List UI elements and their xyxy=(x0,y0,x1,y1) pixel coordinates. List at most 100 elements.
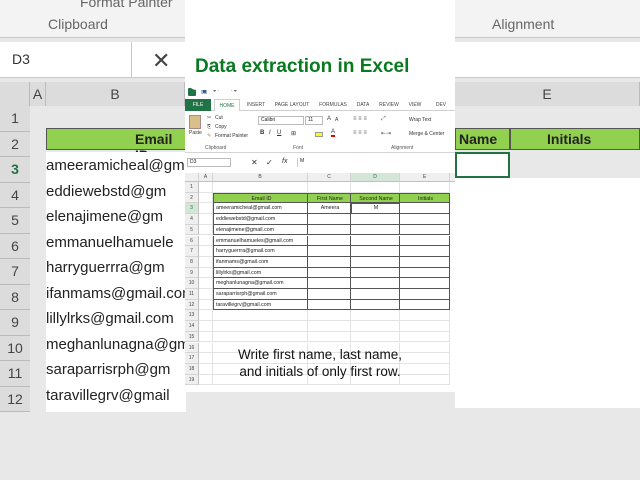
cell[interactable] xyxy=(400,331,450,343)
table-header[interactable]: Email ID xyxy=(213,192,308,204)
email-cell[interactable]: meghanlunagna@gmail.com xyxy=(213,278,308,289)
email-cell[interactable]: taravillegrv@gmail.com xyxy=(213,299,308,311)
active-cell-d3[interactable]: M xyxy=(351,203,400,215)
tab-insert[interactable]: INSERT xyxy=(243,99,269,111)
col-header-a[interactable]: A xyxy=(199,173,213,182)
cell[interactable] xyxy=(351,310,400,322)
cell[interactable] xyxy=(199,224,213,236)
cell[interactable] xyxy=(351,331,400,343)
row-header[interactable]: 14 xyxy=(185,321,199,332)
first-name-cell[interactable]: Ameera xyxy=(308,203,351,215)
tab-data[interactable]: DATA xyxy=(353,99,373,111)
row-header[interactable]: 6 xyxy=(185,235,199,247)
cell[interactable] xyxy=(351,224,400,236)
table-header[interactable]: First Name xyxy=(308,192,351,204)
table-header[interactable]: Second Name xyxy=(351,192,400,204)
merge-center-button[interactable]: Merge & Center xyxy=(409,131,444,137)
cell[interactable] xyxy=(308,182,351,193)
cell[interactable] xyxy=(308,331,351,343)
cell[interactable] xyxy=(308,246,351,257)
align-left-icon[interactable]: ≡ ≡ ≡ xyxy=(353,130,367,136)
cancel-icon[interactable]: ✕ xyxy=(251,158,258,167)
tab-view[interactable]: VIEW xyxy=(405,99,425,111)
italic-button[interactable]: I xyxy=(269,130,271,136)
paste-button[interactable]: Paste xyxy=(189,130,202,136)
cell[interactable] xyxy=(400,246,450,257)
cell[interactable] xyxy=(308,299,351,311)
underline-button[interactable]: U xyxy=(277,130,281,136)
borders-icon[interactable]: ⊞ xyxy=(291,130,296,137)
tab-review[interactable]: REVIEW xyxy=(375,99,403,111)
cell[interactable] xyxy=(308,310,351,322)
cell[interactable] xyxy=(351,321,400,332)
function-icon[interactable]: fx xyxy=(282,158,287,165)
row-header[interactable]: 12 xyxy=(185,299,199,311)
select-all-corner[interactable] xyxy=(185,173,199,182)
format-painter-button[interactable]: Format Painter xyxy=(215,133,248,139)
copy-button[interactable]: Copy xyxy=(215,124,227,130)
row-header[interactable]: 5 xyxy=(185,224,199,236)
cell[interactable] xyxy=(400,267,450,279)
cell[interactable] xyxy=(400,214,450,225)
email-cell[interactable]: emmanuelhamueles@gmail.com xyxy=(213,235,308,247)
cell[interactable] xyxy=(199,278,213,289)
cell[interactable] xyxy=(213,321,308,332)
tab-file[interactable]: FILE xyxy=(185,99,211,111)
cell[interactable] xyxy=(308,214,351,225)
row-header[interactable]: 10 xyxy=(185,278,199,289)
cell[interactable] xyxy=(213,331,308,343)
cell[interactable] xyxy=(213,182,308,193)
email-cell[interactable]: saraparrisrph@gmail.com xyxy=(213,289,308,300)
fill-color-icon[interactable] xyxy=(315,132,323,137)
email-cell[interactable]: eddiewebstd@gmail.com xyxy=(213,214,308,225)
name-box[interactable]: D3 xyxy=(187,158,231,167)
row-header[interactable]: 1 xyxy=(185,182,199,193)
cell[interactable] xyxy=(199,203,213,215)
col-header-d[interactable]: D xyxy=(351,173,400,182)
cell[interactable] xyxy=(199,321,213,332)
paste-icon[interactable] xyxy=(189,115,201,129)
cell[interactable] xyxy=(308,289,351,300)
align-top-icon[interactable]: ≡ ≡ ≡ xyxy=(353,116,367,122)
orientation-icon[interactable]: ⤢ xyxy=(381,116,386,123)
formula-input[interactable]: M xyxy=(297,158,455,167)
cell[interactable] xyxy=(213,310,308,322)
cell[interactable] xyxy=(199,235,213,247)
font-size-select[interactable]: 11 xyxy=(305,116,323,125)
col-header-c[interactable]: C xyxy=(308,173,351,182)
cell[interactable] xyxy=(400,321,450,332)
cell[interactable] xyxy=(351,246,400,257)
col-header-e[interactable]: E xyxy=(400,173,450,182)
cell[interactable] xyxy=(199,246,213,257)
cell[interactable] xyxy=(199,192,213,204)
bold-button[interactable]: B xyxy=(260,130,264,136)
cell[interactable] xyxy=(351,182,400,193)
cell[interactable] xyxy=(199,299,213,311)
cell[interactable] xyxy=(400,256,450,268)
email-cell[interactable]: lillylrks@gmail.com xyxy=(213,267,308,279)
cell[interactable] xyxy=(400,182,450,193)
indent-icon[interactable]: ⇤⇥ xyxy=(381,130,391,137)
font-name-select[interactable]: Calibri xyxy=(258,116,304,125)
cell[interactable] xyxy=(199,310,213,322)
tab-page-layout[interactable]: PAGE LAYOUT xyxy=(272,99,312,111)
cell[interactable] xyxy=(308,235,351,247)
cell[interactable] xyxy=(400,203,450,215)
cell[interactable] xyxy=(308,224,351,236)
cell[interactable] xyxy=(199,331,213,343)
row-header[interactable]: 2 xyxy=(185,192,199,204)
cell[interactable] xyxy=(400,289,450,300)
email-cell[interactable]: harryguerrra@gmail.com xyxy=(213,246,308,257)
row-header[interactable]: 9 xyxy=(185,267,199,279)
cell[interactable] xyxy=(308,267,351,279)
tab-developer[interactable]: DEV xyxy=(427,99,455,111)
col-header-b[interactable]: B xyxy=(213,173,308,182)
cell[interactable] xyxy=(199,256,213,268)
row-header[interactable]: 3 xyxy=(185,203,199,215)
cell[interactable] xyxy=(351,299,400,311)
email-cell[interactable]: ifanmams@gmail.com xyxy=(213,256,308,268)
row-header[interactable]: 13 xyxy=(185,310,199,322)
cell[interactable] xyxy=(199,214,213,225)
cell[interactable] xyxy=(400,235,450,247)
cell[interactable] xyxy=(199,182,213,193)
